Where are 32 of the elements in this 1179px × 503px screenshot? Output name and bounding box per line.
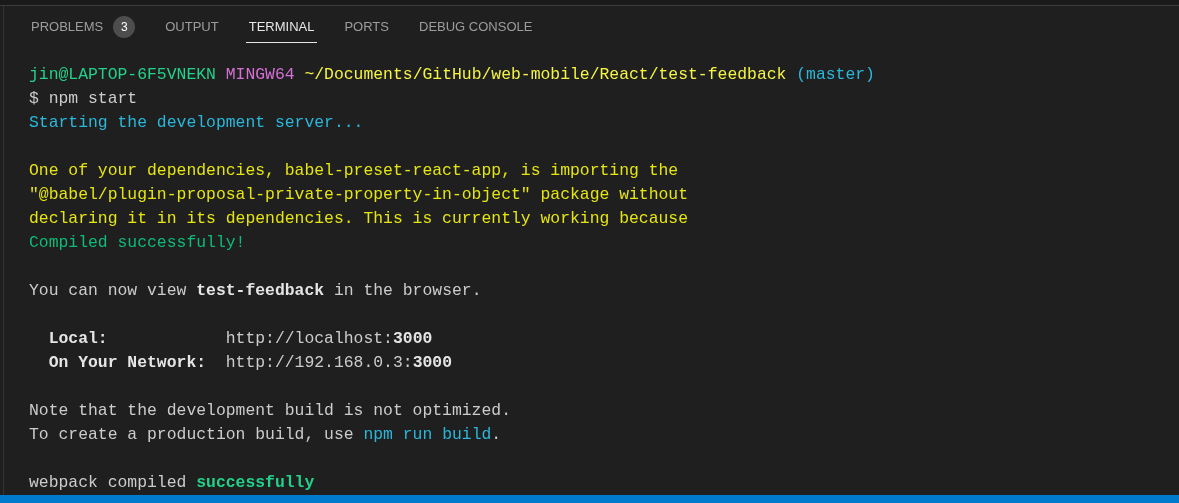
terminal-text: (master) [795,64,875,86]
terminal-text: http://localhost: [224,328,393,350]
terminal-text: Local: [47,328,108,350]
terminal-line: Starting the development server... [29,112,364,134]
terminal-line: Note that the development build is not optimized. [29,400,511,422]
terminal-text: npm run build [363,424,492,446]
terminal-text: MINGW64 [224,64,295,86]
terminal-line: declaring it in its dependencies. This is currently working because [29,208,688,230]
terminal-text: http://192.168.0.3: [224,352,413,374]
terminal-text: . [491,424,502,446]
terminal-text: 3000 [392,328,433,350]
terminal-text: test-feedback [196,280,325,302]
terminal-text: in the browser. [332,280,482,302]
terminal-text: To create a production build, use [29,424,355,446]
terminal-text: 3000 [412,352,452,374]
panel-tab[interactable]: OUTPUT [162,12,222,43]
terminal-text: successfully [196,472,315,494]
terminal-text: ~/Documents/GitHub/web-mobile/React/test-feedback [303,64,787,86]
panel-tab[interactable]: DEBUG CONSOLE [416,12,536,43]
tab-label: PROBLEMS [31,18,104,37]
terminal-text: jin@LAPTOP-6F5VNEKN [29,64,216,86]
terminal-text: webpack compiled [29,472,188,494]
terminal-text: You can now view [29,280,188,302]
terminal-line: "@babel/plugin-proposal-private-property-in-object" package without [29,184,688,206]
terminal-line: $ npm start [29,88,138,110]
terminal-text: On Your Network: [47,352,207,374]
panel-tab[interactable]: TERMINAL [245,12,318,43]
terminal-line: Compiled successfully! [29,232,246,254]
terminal-line: One of your dependencies, babel-preset-react-app, is importing the [29,160,679,182]
panel-tab[interactable]: PROBLEMS 3 [28,12,139,43]
panel-tab[interactable]: PORTS [341,12,392,43]
count-badge: 3 [113,16,136,38]
